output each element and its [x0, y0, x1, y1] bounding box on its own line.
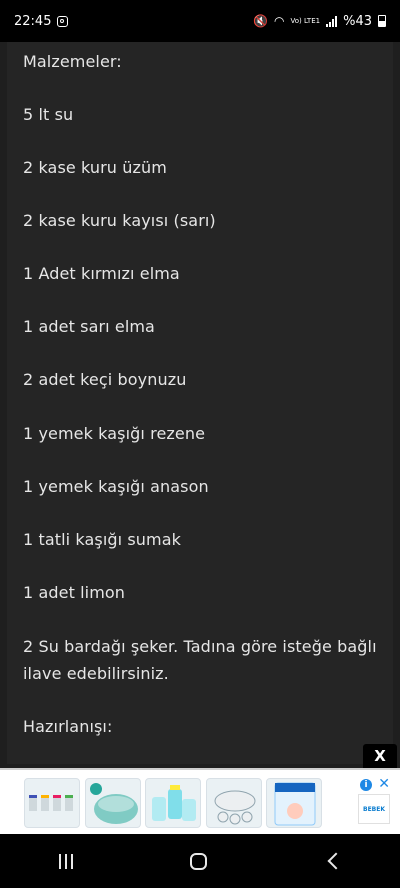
mute-icon: 🔇: [253, 14, 269, 28]
battery-percent: %43: [343, 13, 372, 29]
ingredient-line: 2 adet keçi boynuzu: [23, 370, 187, 389]
recipe-content: Malzemeler: 5 lt su 2 kase kuru üzüm 2 k…: [7, 42, 393, 764]
ad-product-image[interactable]: [266, 778, 322, 828]
status-time: 22:45: [14, 13, 52, 29]
ingredient-line: 1 Adet kırmızı elma: [23, 264, 180, 283]
ingredient-line: 2 kase kuru üzüm: [23, 158, 167, 177]
recent-apps-icon[interactable]: [58, 853, 73, 869]
ad-info-icon[interactable]: i: [360, 779, 372, 791]
ingredient-line: 2 kase kuru kayısı (sarı): [23, 211, 216, 230]
volte-icon: Vo) LTE1: [290, 16, 321, 25]
ingredient-line: 1 adet limon: [23, 583, 126, 602]
home-icon[interactable]: [189, 852, 207, 870]
ad-product-image[interactable]: [145, 778, 201, 828]
ingredient-line: 2 Su bardağı şeker. Tadına göre isteğe b…: [23, 637, 377, 656]
ingredient-line: 1 yemek kaşığı anason: [23, 477, 209, 496]
ad-product-image[interactable]: [85, 778, 141, 828]
ad-product-image[interactable]: [24, 778, 80, 828]
ad-close-button[interactable]: X: [363, 744, 397, 768]
ingredient-line: 1 adet sarı elma: [23, 317, 155, 336]
ingredient-line: 5 lt su: [23, 105, 74, 124]
ad-close-icon[interactable]: ✕: [378, 776, 390, 792]
wifi-icon: ◠: [274, 14, 285, 28]
battery-icon: [378, 15, 386, 27]
status-bar: 22:45 🔇 ◠ Vo) LTE1 %43: [0, 0, 400, 42]
ingredients-heading: Malzemeler:: [23, 52, 122, 71]
instagram-notification-icon: [57, 15, 69, 27]
signal-icon: [326, 15, 338, 27]
ad-banner[interactable]: i ✕ BEBEK: [0, 768, 400, 834]
back-icon[interactable]: [327, 852, 344, 870]
ingredient-line: 1 tatli kaşığı sumak: [23, 530, 181, 549]
preparation-heading: Hazırlanışı:: [23, 717, 113, 736]
ad-brand-logo[interactable]: BEBEK: [358, 794, 390, 824]
status-left: 22:45: [14, 13, 69, 29]
ingredient-line: 1 yemek kaşığı rezene: [23, 424, 206, 443]
status-right: 🔇 ◠ Vo) LTE1 %43: [253, 14, 386, 29]
ad-product-image[interactable]: [206, 778, 262, 828]
navigation-bar: [0, 834, 400, 888]
ingredient-line-continued: ilave edebilirsiniz.: [23, 664, 169, 683]
